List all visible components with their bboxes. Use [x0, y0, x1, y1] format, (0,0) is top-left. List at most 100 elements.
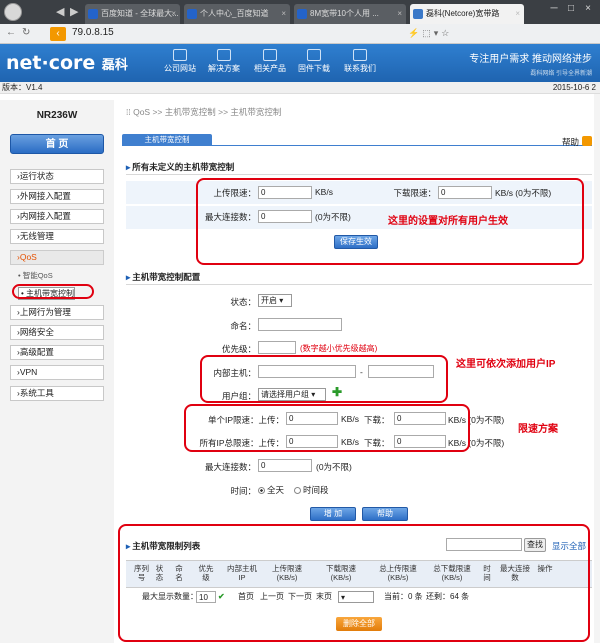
tab-baidu-zhidao[interactable]: 百度知道 - 全球最大... × — [85, 4, 180, 24]
home-label: 首 页 — [45, 139, 69, 150]
maxconn2-note: (0为不限) — [316, 462, 352, 472]
download-icon — [307, 49, 321, 61]
address-tool-icons[interactable]: ⚡⬚▾☆ — [408, 28, 452, 39]
version-bar: 版本：V1.4 2015-10-6 2 — [0, 82, 600, 94]
maxconn2-label: 最大连接数： — [204, 462, 256, 472]
close-icon[interactable]: × — [397, 4, 402, 24]
help-icon[interactable] — [582, 136, 592, 146]
close-window-icon[interactable]: × — [582, 3, 594, 15]
nav-products[interactable]: 相关产品 — [248, 49, 292, 74]
annotation-ring-3 — [184, 404, 470, 452]
tab-title: 磊科(Netcore)宽带路 — [426, 9, 500, 18]
netcore-logo: net·core 磊科 — [6, 52, 128, 74]
grid-icon — [263, 49, 277, 61]
sidebar-item-advanced[interactable]: ›高级配置 — [10, 345, 104, 360]
sidebar-item-wan[interactable]: ›外网接入配置 — [10, 189, 104, 204]
maxconn2-input[interactable]: 0 — [258, 459, 312, 472]
sidebar-label: 系统工具 — [19, 388, 54, 398]
sidebar-label: 外网接入配置 — [19, 191, 71, 201]
slogan: 专注用户需求 推动网络进步磊科网络 引导全界新潮 — [469, 50, 592, 77]
time-label: 时间： — [230, 486, 256, 496]
mail-icon — [353, 49, 367, 61]
nav-label: 固件下载 — [298, 64, 330, 73]
brand-text: net·core — [6, 52, 96, 74]
home-icon[interactable]: ‹ — [50, 27, 66, 41]
nav-firmware-download[interactable]: 固件下载 — [292, 49, 336, 74]
paw-icon — [187, 9, 197, 19]
add-button[interactable]: 增 加 — [310, 507, 356, 521]
sidebar-label: VPN — [19, 367, 38, 377]
sidebar-item-vpn[interactable]: ›VPN — [10, 365, 104, 380]
close-icon[interactable]: × — [515, 4, 520, 24]
tab-title: 8M宽带10个人用 ... — [310, 9, 379, 18]
tab-title: 百度知道 - 全球最大... — [101, 9, 179, 18]
sidebar-label: 无线管理 — [19, 231, 54, 241]
date-text: 2015-10-6 2 — [552, 83, 596, 92]
home-button[interactable]: 首 页 — [10, 134, 104, 154]
gear-icon — [217, 49, 231, 61]
tab-8m-broadband[interactable]: 8M宽带10个人用 ... × — [294, 4, 406, 24]
sidebar-item-behavior[interactable]: ›上网行为管理 — [10, 305, 104, 320]
sidebar-sub-smart-qos[interactable]: • 智能QoS — [18, 270, 53, 281]
time-period-radio[interactable]: 时间段 — [294, 484, 329, 496]
breadcrumb-text: QoS >> 主机带宽控制 >> 主机带宽控制 — [133, 107, 282, 117]
nav-solutions[interactable]: 解决方案 — [202, 49, 246, 74]
brand-cn-text: 磊科 — [101, 58, 128, 73]
sidebar-label: 高级配置 — [19, 347, 54, 357]
sidebar-item-lan[interactable]: ›内网接入配置 — [10, 209, 104, 224]
help-button[interactable]: 帮助 — [362, 507, 408, 521]
nav-label: 联系我们 — [344, 64, 376, 73]
nav-company-site[interactable]: 公司网站 — [158, 49, 202, 74]
state-select[interactable]: 开启 ▾ — [258, 294, 292, 307]
close-icon[interactable]: × — [171, 4, 176, 24]
back-arrow-icon[interactable]: ← — [6, 27, 16, 38]
divider — [126, 284, 592, 285]
tab-underline — [122, 145, 592, 146]
nav-contact[interactable]: 联系我们 — [338, 49, 382, 74]
scrollbar[interactable] — [594, 94, 600, 643]
priority-note: (数字越小优先级越高) — [300, 344, 378, 353]
monitor-icon — [173, 49, 187, 61]
maximize-icon[interactable]: □ — [565, 3, 577, 15]
nav-label: 公司网站 — [164, 64, 196, 73]
sidebar-label: QoS — [19, 252, 37, 262]
sidebar-item-tools[interactable]: ›系统工具 — [10, 386, 104, 401]
tab-title: 个人中心_百度知道 — [200, 9, 269, 18]
sub-label: 智能QoS — [22, 271, 53, 280]
sidebar-label: 内网接入配置 — [19, 211, 71, 221]
tab-netcore-router[interactable]: 磊科(Netcore)宽带路 × — [410, 4, 524, 24]
paw-icon — [297, 9, 307, 19]
radio-checked-icon — [258, 487, 265, 494]
annotation-text-3: 限速方案 — [518, 424, 558, 435]
back-icon[interactable]: ◀ — [56, 5, 64, 18]
sidebar-label: 网络安全 — [19, 327, 54, 337]
slogan-small: 磊科网络 引导全界新潮 — [530, 71, 592, 77]
name-input[interactable] — [258, 318, 342, 331]
annotation-text-2: 这里可依次添加用户IP — [456, 359, 556, 370]
slogan-text: 专注用户需求 推动网络进步 — [469, 54, 592, 65]
sidebar-item-wireless[interactable]: ›无线管理 — [10, 229, 104, 244]
highlight-ring — [12, 284, 94, 299]
name-label: 命名： — [230, 321, 256, 331]
forward-icon[interactable]: ▶ — [70, 5, 78, 18]
help-link[interactable]: 帮助 — [562, 136, 579, 148]
annotation-ring-4 — [118, 524, 590, 642]
priority-label: 优先级： — [221, 344, 256, 354]
section2-title: 主机带宽控制配置 — [126, 271, 200, 283]
url-input[interactable]: 79.0.8.15 — [72, 27, 114, 38]
state-label: 状态： — [230, 297, 256, 307]
priority-input[interactable] — [258, 341, 296, 354]
time-all-radio[interactable]: 全天 — [258, 484, 284, 496]
sidebar-item-qos[interactable]: ›QoS — [10, 250, 104, 265]
minimize-icon[interactable]: ─ — [548, 3, 560, 15]
refresh-icon[interactable]: ↻ — [22, 27, 30, 38]
nav-label: 相关产品 — [254, 64, 286, 73]
paw-icon — [88, 9, 98, 19]
state-value: 开启 — [261, 296, 277, 305]
tab-personal-center[interactable]: 个人中心_百度知道 × — [184, 4, 290, 24]
sidebar-item-security[interactable]: ›网络安全 — [10, 325, 104, 340]
sidebar-item-status[interactable]: ›运行状态 — [10, 169, 104, 184]
radio-unchecked-icon — [294, 487, 301, 494]
close-icon[interactable]: × — [281, 4, 286, 24]
model-name: NR236W — [36, 110, 78, 121]
